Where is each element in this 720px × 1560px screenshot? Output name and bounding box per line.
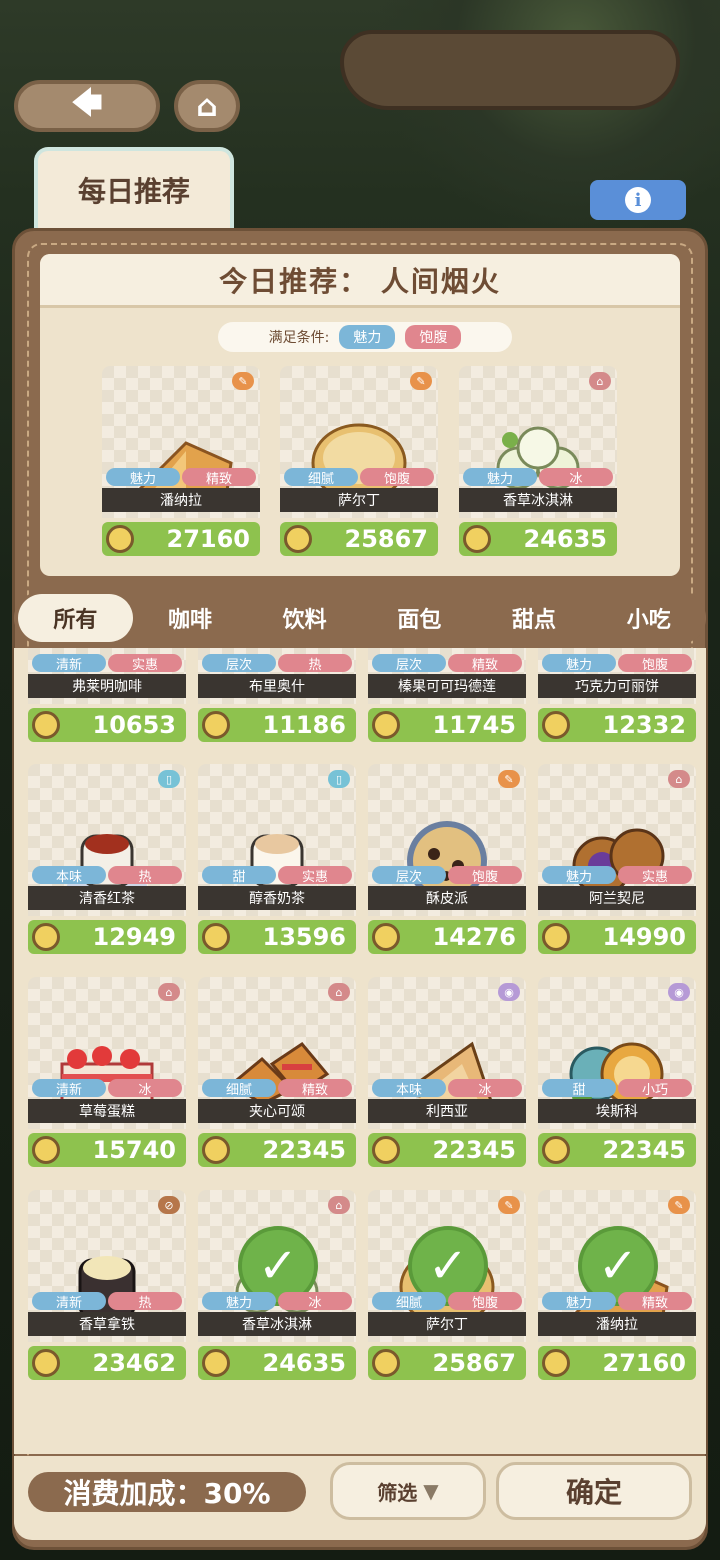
- category-badge-icon: ⌂: [158, 983, 180, 1001]
- coin-icon: [284, 525, 312, 553]
- coin-icon: [372, 1136, 400, 1164]
- confirm-button[interactable]: 确定: [496, 1462, 692, 1520]
- condition-tag: 魅力: [339, 325, 396, 349]
- product-card[interactable]: 层次 精致 榛果可可玛德莲 11745: [368, 648, 526, 742]
- coin-icon: [463, 525, 491, 553]
- coin-icon: [202, 1136, 230, 1164]
- coin-icon: [32, 1136, 60, 1164]
- coin-icon: [542, 711, 570, 739]
- product-card[interactable]: ✓ ⌂ 魅力冰香草冰淇淋 24635: [198, 1190, 356, 1380]
- product-card[interactable]: 魅力 饱腹 巧克力可丽饼 12332: [538, 648, 696, 742]
- product-card[interactable]: ⌂ 魅力 实惠 阿兰契尼 14990: [538, 764, 696, 954]
- recommend-title: 今日推荐： 人间烟火: [40, 254, 680, 308]
- home-button[interactable]: ⌂: [174, 80, 240, 132]
- item-name: 萨尔丁: [368, 1312, 526, 1336]
- recommend-card[interactable]: ✎ 细腻 饱腹 萨尔丁 25867: [280, 366, 438, 556]
- recommend-card[interactable]: ✎ 魅力 精致 潘纳拉 27160: [102, 366, 260, 556]
- coin-icon: [542, 1349, 570, 1377]
- funnel-icon: ▼: [423, 1479, 439, 1503]
- product-list[interactable]: 清新 实惠 弗莱明咖啡 10653 层次热布里奥什 11186 层次 精致 榛果可可玛德莲 1…: [14, 648, 706, 1454]
- item-name: 酥皮派: [368, 886, 526, 910]
- product-card[interactable]: ✓ ✎ 细腻 饱腹 萨尔丁 25867: [368, 1190, 526, 1380]
- tab-dessert[interactable]: 甜点: [477, 594, 592, 642]
- category-badge-icon: ⊘: [158, 1196, 180, 1214]
- item-name: 草莓蛋糕: [28, 1099, 186, 1123]
- tab-daily-recommend[interactable]: 每日推荐: [34, 147, 234, 229]
- item-name: 埃斯科: [538, 1099, 696, 1123]
- tab-snack[interactable]: 小吃: [591, 594, 706, 642]
- category-badge-icon: ✎: [498, 1196, 520, 1214]
- product-card[interactable]: ◉ 本味冰利西亚 22345: [368, 977, 526, 1167]
- item-name: 香草拿铁: [28, 1312, 186, 1336]
- item-name: 夹心可颂: [198, 1099, 356, 1123]
- condition-bar: 满足条件: 魅力 饱腹: [218, 322, 512, 352]
- coin-icon: [32, 1349, 60, 1377]
- recommend-card[interactable]: ⌂ 魅力冰 香草冰淇淋 24635: [459, 366, 617, 556]
- product-card[interactable]: ✓ ✎ 魅力 精致 潘纳拉 27160: [538, 1190, 696, 1380]
- coin-icon: [202, 923, 230, 951]
- arrow-left-icon: 🡄: [71, 85, 103, 121]
- item-name: 弗莱明咖啡: [28, 674, 186, 698]
- item-name: 榛果可可玛德莲: [368, 674, 526, 698]
- info-icon: i: [625, 187, 651, 213]
- coin-icon: [106, 525, 134, 553]
- item-name: 香草冰淇淋: [459, 488, 617, 512]
- category-badge-icon: ⌂: [589, 372, 611, 390]
- tab-bread[interactable]: 面包: [362, 594, 477, 642]
- item-name: 阿兰契尼: [538, 886, 696, 910]
- tab-drinks[interactable]: 饮料: [247, 594, 362, 642]
- item-name: 巧克力可丽饼: [538, 674, 696, 698]
- tab-all[interactable]: 所有: [18, 594, 133, 642]
- condition-label: 满足条件:: [268, 330, 330, 346]
- product-card[interactable]: ▯ 本味热清香红茶 12949: [28, 764, 186, 954]
- category-badge-icon: ✎: [410, 372, 432, 390]
- coin-icon: [542, 1136, 570, 1164]
- item-name: 清香红茶: [28, 886, 186, 910]
- info-button[interactable]: i: [590, 180, 686, 220]
- boat-decoration: [340, 30, 680, 110]
- condition-tag: 饱腹: [405, 325, 462, 349]
- category-badge-icon: ⌂: [328, 1196, 350, 1214]
- coin-icon: [372, 1349, 400, 1377]
- coin-icon: [542, 923, 570, 951]
- coin-icon: [372, 923, 400, 951]
- category-badge-icon: ⌂: [328, 983, 350, 1001]
- category-badge-icon: ✎: [668, 1196, 690, 1214]
- product-card[interactable]: ⌂ 细腻 精致 夹心可颂 22345: [198, 977, 356, 1167]
- coin-icon: [202, 711, 230, 739]
- product-card[interactable]: ◉ 甜小巧 埃斯科 22345: [538, 977, 696, 1167]
- coin-icon: [372, 711, 400, 739]
- category-badge-icon: ✎: [498, 770, 520, 788]
- item-name: 醇香奶茶: [198, 886, 356, 910]
- item-name: 萨尔丁: [280, 488, 438, 512]
- tab-coffee[interactable]: 咖啡: [133, 594, 248, 642]
- home-icon: ⌂: [196, 88, 218, 124]
- filter-button[interactable]: 筛选 ▼: [330, 1462, 486, 1520]
- product-card[interactable]: 清新 实惠 弗莱明咖啡 10653: [28, 648, 186, 742]
- category-badge-icon: ▯: [158, 770, 180, 788]
- coin-icon: [32, 711, 60, 739]
- item-name: 香草冰淇淋: [198, 1312, 356, 1336]
- category-badge-icon: ⌂: [668, 770, 690, 788]
- category-badge-icon: ◉: [498, 983, 520, 1001]
- coin-icon: [32, 923, 60, 951]
- item-name: 布里奥什: [198, 674, 356, 698]
- back-button[interactable]: 🡄: [14, 80, 160, 132]
- coin-icon: [202, 1349, 230, 1377]
- item-name: 潘纳拉: [538, 1312, 696, 1336]
- category-badge-icon: ▯: [328, 770, 350, 788]
- category-badge-icon: ◉: [668, 983, 690, 1001]
- item-name: 利西亚: [368, 1099, 526, 1123]
- product-card[interactable]: ▯ 甜实惠 醇香奶茶 13596: [198, 764, 356, 954]
- category-tabs: 所有 咖啡 饮料 面包 甜点 小吃: [14, 592, 706, 644]
- category-badge-icon: ✎: [232, 372, 254, 390]
- product-card[interactable]: ⊘ 清新热香草拿铁 23462: [28, 1190, 186, 1380]
- item-name: 潘纳拉: [102, 488, 260, 512]
- product-card[interactable]: ✎ 层次 饱腹 酥皮派 14276: [368, 764, 526, 954]
- product-card[interactable]: 层次热布里奥什 11186: [198, 648, 356, 742]
- spending-bonus: 消费加成：30%: [28, 1472, 306, 1512]
- product-card[interactable]: ⌂ 清新冰草莓蛋糕 15740: [28, 977, 186, 1167]
